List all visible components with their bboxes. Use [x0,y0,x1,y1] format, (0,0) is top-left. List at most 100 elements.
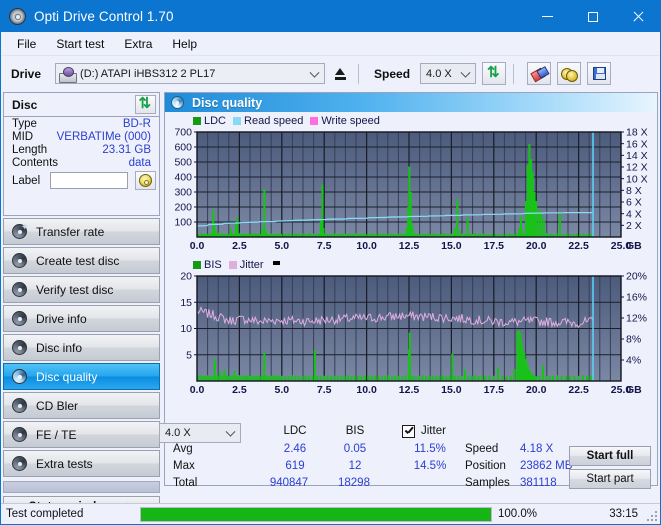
sidebar-item-label: FE / TE [36,427,77,442]
drive-select[interactable]: (D:) ATAPI iHBS312 2 PL17 [55,63,326,84]
disc-length-value: 23.31 GB [102,144,151,156]
chevron-down-icon [460,67,471,78]
sidebar: Disc Type BD-R MID VERBATIMe (000) Lengt… [3,92,160,518]
stats-max-jitter: 14.5% [413,460,447,472]
sidebar-item-disc-info[interactable]: Disc info [3,334,160,361]
svg-text:600: 600 [174,142,192,154]
refresh-button[interactable] [482,62,507,85]
start-full-button[interactable]: Start full [569,446,651,466]
svg-text:7.5: 7.5 [317,384,332,396]
speed-label: Speed [374,66,411,81]
close-icon [632,11,644,23]
minimize-button[interactable] [525,1,570,32]
svg-text:20.0: 20.0 [526,240,547,252]
menu-item-extra[interactable]: Extra [115,34,161,54]
menu-item-file[interactable]: File [8,34,45,54]
menu-item-help[interactable]: Help [163,34,206,54]
stats-total-bis: 18298 [338,477,370,489]
legend-swatch-bis [193,261,201,269]
drive-icon [59,66,78,83]
svg-text:5.0: 5.0 [274,240,289,252]
sidebar-item-label: Disc quality [36,369,98,384]
speed-select[interactable]: 4.0 X [420,63,477,84]
legend-label-ldc: LDC [204,114,227,127]
svg-text:20%: 20% [626,271,647,283]
svg-text:2.5: 2.5 [232,240,247,252]
test-speed-select[interactable]: 4.0 X [159,423,241,443]
window-title: Opti Drive Control 1.70 [34,9,174,24]
bis-chart-legend: BIS Jitter [165,258,657,271]
svg-text:100: 100 [174,217,192,229]
stats-samples-value: 381118 [520,477,557,489]
stats-position-value: 23862 MB [520,460,573,472]
sidebar-item-transfer-rate[interactable]: ✦ Transfer rate [3,218,160,245]
svg-text:10 X: 10 X [626,173,648,185]
legend-label-read-speed: Read speed [244,114,304,127]
disc-type-label: Type [12,118,37,130]
disc-panel-title: Disc [12,97,38,112]
discs-button[interactable] [557,62,582,85]
disc-type-value: BD-R [122,118,151,130]
legend-item-write-speed: Write speed [310,115,380,127]
disc-row-length: Length 23.31 GB [4,143,159,156]
sidebar-item-extra-tests[interactable]: Extra tests [3,450,160,477]
svg-text:5: 5 [186,349,192,361]
disc-icon [12,311,27,326]
start-part-button[interactable]: Start part [569,469,651,489]
sidebar-item-label: Extra tests [36,456,93,471]
svg-text:22.5: 22.5 [568,240,589,252]
progress-percent: 100.0% [498,508,538,520]
svg-text:15.0: 15.0 [441,384,462,396]
sidebar-item-disc-quality[interactable]: Disc quality [3,363,160,390]
resize-grip[interactable] [646,510,657,521]
erase-button[interactable] [527,62,552,85]
jitter-checkbox[interactable] [402,425,415,438]
maximize-button[interactable] [570,1,615,32]
progress-bar-fill [141,507,491,521]
check-icon [404,427,413,436]
legend-item-bis: BIS [193,259,222,271]
stats-avg-ldc: 2.46 [283,443,307,455]
svg-text:400: 400 [174,172,192,184]
close-button[interactable] [615,1,660,32]
eject-button[interactable] [329,63,352,84]
svg-text:4 X: 4 X [626,208,642,220]
cd-icon [138,174,152,187]
disc-label-browse-button[interactable] [134,171,156,190]
stats-samples-label: Samples [465,477,510,489]
save-icon [592,67,606,80]
main-panel-header: Disc quality [165,93,657,112]
save-button[interactable] [587,62,612,85]
disc-refresh-button[interactable] [135,94,156,114]
ldc-chart-legend: LDC Read speed Write speed [165,114,657,127]
disc-mid-value: VERBATIMe (000) [56,131,151,143]
sidebar-item-drive-info[interactable]: Drive info [3,305,160,332]
drive-label: Drive [11,66,42,81]
stats-avg-jitter: 11.5% [414,443,446,455]
sidebar-item-fe-te[interactable]: FE / TE [3,421,160,448]
chevron-down-icon [225,426,236,437]
stats-col-bis: BIS [345,425,365,437]
svg-text:8%: 8% [626,334,641,346]
eject-icon [334,67,347,80]
stats-speed-label: Speed [465,443,499,455]
progress-bar [140,506,492,522]
sidebar-item-create-test-disc[interactable]: Create test disc [3,247,160,274]
svg-text:17.5: 17.5 [484,240,505,252]
svg-text:GB: GB [626,384,642,396]
sidebar-item-cd-bler[interactable]: CD Bler [3,392,160,419]
sidebar-item-verify-test-disc[interactable]: Verify test disc [3,276,160,303]
chevron-down-icon [309,67,320,78]
eraser-icon [532,67,547,80]
disc-label-input[interactable] [49,172,128,189]
legend-item-jitter: Jitter [228,259,264,271]
disc-icon [12,398,27,413]
legend-label-jitter: Jitter [239,259,264,271]
svg-text:300: 300 [174,187,192,199]
refresh-icon [487,63,501,81]
menu-item-start-test[interactable]: Start test [47,34,113,54]
svg-text:0.0: 0.0 [190,384,205,396]
minimize-icon [542,16,553,17]
svg-text:2 X: 2 X [626,220,642,232]
svg-text:12%: 12% [626,313,647,325]
